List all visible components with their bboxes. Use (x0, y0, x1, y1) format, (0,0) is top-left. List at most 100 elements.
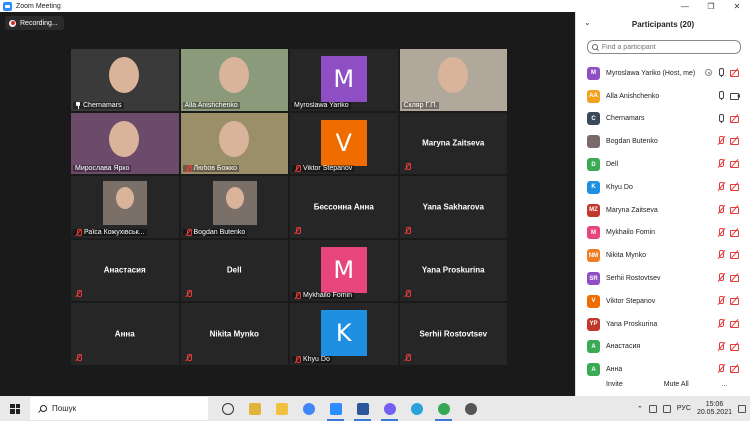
mic-muted-icon[interactable] (717, 318, 725, 328)
mute-all-button[interactable]: Mute All (658, 379, 695, 390)
taskbar: Пошук ⌃ РУС 15:06 20.05.2021 (0, 396, 750, 421)
video-tile[interactable]: M Mykhailo Fomin (290, 239, 398, 301)
mic-icon[interactable] (717, 90, 725, 100)
mic-muted-icon (185, 228, 192, 236)
participant-row[interactable]: NM Nikita Mynko (576, 244, 744, 267)
chrome-icon[interactable] (295, 396, 322, 421)
participant-row[interactable]: D Dell (576, 153, 744, 176)
video-tile[interactable]: Раїса Кожухівськ... (71, 176, 179, 238)
video-tile[interactable]: Любов Божко (180, 112, 288, 174)
video-off-icon[interactable] (730, 273, 740, 283)
participant-row[interactable]: Bogdan Butenko (576, 130, 744, 153)
notifications-icon[interactable] (738, 404, 746, 413)
viber-icon[interactable] (376, 396, 403, 421)
video-tile[interactable]: Yana Sakharova (399, 176, 507, 238)
mic-icon[interactable] (717, 113, 725, 123)
participant-row[interactable]: K Khyu Do (576, 176, 744, 199)
language-indicator[interactable]: РУС (677, 405, 691, 412)
participant-row[interactable]: SR Serhii Rostovtsev (576, 267, 744, 290)
participant-name: Nikita Mynko (209, 329, 259, 339)
video-off-icon[interactable] (730, 205, 740, 214)
more-button[interactable]: ... (716, 379, 734, 390)
network-icon[interactable] (648, 404, 657, 413)
video-off-icon[interactable] (730, 250, 740, 260)
video-off-icon[interactable] (730, 319, 740, 328)
explorer-icon[interactable] (241, 396, 268, 421)
video-tile[interactable]: Мирослава Ярко (71, 112, 179, 174)
participant-row[interactable]: A Анастасия (576, 336, 744, 359)
participant-row[interactable]: M Myroslawa Yariko (Host, me) (576, 62, 744, 85)
video-tile[interactable]: Скляр Г.П. (399, 49, 507, 111)
invite-button[interactable]: Invite (600, 379, 629, 390)
chevron-up-icon[interactable]: ⌃ (637, 405, 643, 413)
close-button[interactable]: ✕ (724, 0, 750, 12)
mic-muted-icon[interactable] (717, 250, 725, 259)
mic-muted-icon[interactable] (717, 227, 725, 237)
mic-muted-icon[interactable] (717, 341, 725, 351)
task-view-icon[interactable] (214, 396, 241, 421)
participant-label: Khyu Do (292, 355, 332, 363)
search-input[interactable] (601, 43, 740, 51)
mic-muted-icon (294, 355, 301, 363)
video-tile[interactable]: V Viktor Stepanov (290, 112, 398, 174)
participant-row[interactable]: MZ Maryna Zaitseva (576, 199, 744, 222)
recording-indicator[interactable]: Recording... (5, 16, 64, 30)
video-tile[interactable]: Анна (71, 303, 179, 365)
chrome-2-icon[interactable] (430, 396, 457, 421)
video-off-icon[interactable] (730, 342, 740, 351)
mic-muted-icon[interactable] (717, 273, 725, 282)
video-off-icon[interactable] (730, 182, 740, 191)
mic-muted-icon[interactable] (717, 204, 725, 214)
video-tile[interactable]: Nikita Mynko (180, 303, 288, 365)
video-tile[interactable]: Serhii Rostovtsev (399, 303, 507, 365)
video-tile[interactable]: Chernamars (71, 49, 179, 111)
recording-icon[interactable] (705, 69, 712, 76)
video-tile[interactable]: Bogdan Butenko (180, 176, 288, 238)
mic-muted-icon[interactable] (717, 136, 725, 145)
participant-row[interactable]: V Viktor Stepanov (576, 290, 744, 313)
mic-muted-icon[interactable] (717, 181, 725, 191)
start-button[interactable] (0, 396, 30, 421)
mic-muted-icon[interactable] (717, 295, 725, 305)
face-shape (109, 57, 139, 93)
video-off-icon[interactable] (730, 114, 740, 123)
video-tile[interactable]: K Khyu Do (290, 303, 398, 365)
mic-muted-icon[interactable] (717, 159, 725, 168)
participant-row[interactable]: M Mykhailo Fomin (576, 222, 744, 245)
minimize-button[interactable]: — (672, 0, 698, 12)
video-tile[interactable]: Alla Anishchenko (180, 49, 288, 111)
clock[interactable]: 15:06 20.05.2021 (697, 401, 732, 417)
video-tile[interactable]: Yana Proskurina (399, 239, 507, 301)
telegram-icon[interactable] (403, 396, 430, 421)
file-explorer-icon[interactable] (268, 396, 295, 421)
settings-icon[interactable] (457, 396, 484, 421)
mic-muted-icon (185, 165, 192, 172)
mic-icon[interactable] (717, 68, 725, 77)
volume-icon[interactable] (662, 404, 671, 413)
video-tile[interactable]: Dell (180, 239, 288, 301)
video-icon[interactable] (730, 91, 740, 100)
video-off-icon[interactable] (730, 228, 740, 237)
avatar: M (320, 246, 367, 293)
mic-muted-icon (404, 163, 411, 170)
video-tile[interactable]: Maryna Zaitseva (399, 112, 507, 174)
profile-photo (212, 181, 257, 225)
participant-row[interactable]: AA Alla Anishchenko (576, 85, 744, 108)
video-off-icon[interactable] (730, 159, 740, 169)
participant-row[interactable]: C Chernamars (576, 108, 744, 131)
video-tile[interactable]: Бессонна Анна (290, 176, 398, 238)
participant-row[interactable]: YP Yana Proskurina (576, 313, 744, 336)
chevron-down-icon[interactable]: ⌄ (584, 18, 591, 27)
video-off-icon[interactable] (730, 296, 740, 305)
maximize-button[interactable]: ❐ (698, 0, 724, 12)
video-tile[interactable]: M Myroslawa Yariko (290, 49, 398, 111)
zoom-icon[interactable] (322, 396, 349, 421)
word-icon[interactable] (349, 396, 376, 421)
avatar: NM (587, 249, 600, 263)
participant-search[interactable] (587, 40, 741, 54)
video-tile[interactable]: Анастасия (71, 239, 179, 301)
video-off-icon[interactable] (730, 136, 740, 146)
taskbar-search[interactable]: Пошук (30, 397, 208, 420)
avatar: YP (587, 317, 600, 331)
video-off-icon[interactable] (730, 68, 740, 77)
